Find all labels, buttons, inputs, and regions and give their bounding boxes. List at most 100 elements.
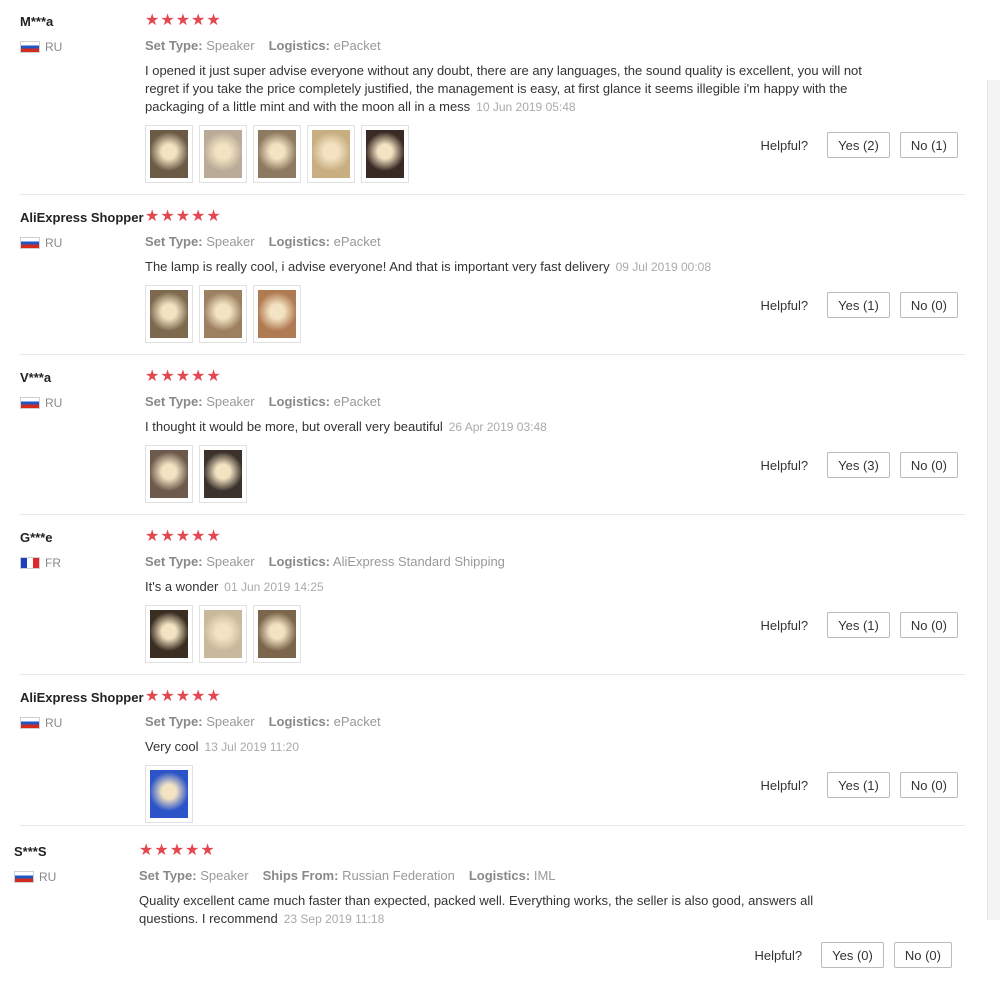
attribute-key: Logistics:	[268, 38, 331, 53]
scrollbar[interactable]	[987, 80, 1000, 920]
review-photos	[145, 605, 307, 663]
review-photo-thumbnail[interactable]	[145, 605, 193, 663]
helpful-yes-button[interactable]: Yes (1)	[827, 292, 890, 318]
review-photo-thumbnail[interactable]	[253, 605, 301, 663]
star-rating: ★★★★★	[139, 842, 216, 859]
helpful-vote: Helpful? Yes (1) No (0)	[760, 772, 958, 798]
ru-flag-icon	[20, 397, 40, 409]
photo-image	[366, 130, 404, 178]
star-rating: ★★★★★	[145, 368, 222, 385]
attribute-value: IML	[533, 868, 556, 883]
helpful-yes-button[interactable]: Yes (0)	[821, 942, 884, 968]
product-attributes: Set Type: Speaker Ships From: Russian Fed…	[139, 868, 570, 883]
attribute-value: Speaker	[200, 868, 249, 883]
helpful-no-button[interactable]: No (0)	[899, 292, 958, 318]
attribute-key: Logistics:	[268, 554, 331, 569]
helpful-label: Helpful?	[760, 777, 809, 793]
attribute-key: Set Type:	[145, 234, 203, 249]
reviewer-name: G***e	[20, 530, 53, 545]
country-code: FR	[45, 556, 61, 570]
attribute-value: Speaker	[206, 234, 255, 249]
review-photo-thumbnail[interactable]	[253, 125, 301, 183]
review-date: 13 Jul 2019 11:20	[204, 740, 300, 754]
helpful-label: Helpful?	[760, 297, 809, 313]
attribute-key: Set Type:	[145, 554, 203, 569]
helpful-label: Helpful?	[760, 137, 809, 153]
helpful-no-button[interactable]: No (0)	[899, 772, 958, 798]
helpful-yes-button[interactable]: Yes (1)	[827, 612, 890, 638]
reviewer-country: RU	[20, 40, 62, 54]
star-rating: ★★★★★	[145, 208, 222, 225]
helpful-vote: Helpful? Yes (2) No (1)	[760, 132, 958, 158]
review-photo-thumbnail[interactable]	[361, 125, 409, 183]
helpful-no-button[interactable]: No (1)	[899, 132, 958, 158]
review-text: The lamp is really cool, i advise everyo…	[145, 259, 610, 274]
attribute: Ships From: Russian Federation	[263, 868, 455, 883]
photo-image	[204, 290, 242, 338]
attribute: Logistics: IML	[469, 868, 556, 883]
photo-image	[150, 610, 188, 658]
attribute: Set Type: Speaker	[145, 394, 255, 409]
attribute-value: Speaker	[206, 554, 255, 569]
review-photo-thumbnail[interactable]	[145, 125, 193, 183]
review-body: I thought it would be more, but overall …	[145, 418, 865, 436]
photo-image	[258, 290, 296, 338]
attribute-value: Speaker	[206, 38, 255, 53]
review-item: AliExpress Shopper RU ★★★★★ Set Type: Speak…	[0, 196, 965, 355]
product-attributes: Set Type: Speaker Logistics: ePacket	[145, 234, 395, 249]
helpful-no-button[interactable]: No (0)	[899, 612, 958, 638]
photo-image	[312, 130, 350, 178]
reviewer-country: RU	[20, 396, 62, 410]
ru-flag-icon	[20, 237, 40, 249]
attribute-value: ePacket	[333, 714, 381, 729]
reviewer-country: FR	[20, 556, 61, 570]
review-item: V***a RU ★★★★★ Set Type: Speaker Logistics: …	[0, 356, 965, 515]
helpful-no-button[interactable]: No (0)	[899, 452, 958, 478]
country-code: RU	[45, 40, 63, 54]
review-photo-thumbnail[interactable]	[145, 285, 193, 343]
ru-flag-icon	[20, 41, 40, 53]
attribute: Logistics: AliExpress Standard Shipping	[269, 554, 505, 569]
photo-image	[204, 610, 242, 658]
attribute: Set Type: Speaker	[145, 38, 255, 53]
review-photo-thumbnail[interactable]	[145, 445, 193, 503]
attribute: Logistics: ePacket	[269, 38, 381, 53]
photo-image	[150, 770, 188, 818]
review-item: G***e FR ★★★★★ Set Type: Speaker Logistics: …	[0, 516, 965, 675]
attribute-key: Ships From:	[262, 868, 339, 883]
attribute: Set Type: Speaker	[139, 868, 249, 883]
review-photos	[145, 285, 307, 343]
reviewer-country: RU	[20, 236, 62, 250]
review-photos	[145, 125, 415, 183]
country-code: RU	[45, 396, 63, 410]
helpful-yes-button[interactable]: Yes (3)	[827, 452, 890, 478]
photo-image	[150, 450, 188, 498]
review-photo-thumbnail[interactable]	[145, 765, 193, 823]
attribute-key: Set Type:	[145, 714, 203, 729]
star-rating: ★★★★★	[145, 688, 222, 705]
review-photo-thumbnail[interactable]	[199, 445, 247, 503]
attribute: Set Type: Speaker	[145, 554, 255, 569]
helpful-yes-button[interactable]: Yes (2)	[827, 132, 890, 158]
reviewer-name: S***S	[14, 844, 47, 859]
review-divider	[20, 825, 965, 826]
product-attributes: Set Type: Speaker Logistics: ePacket	[145, 714, 395, 729]
attribute-key: Set Type:	[139, 868, 197, 883]
attribute-value: Speaker	[206, 714, 255, 729]
review-item: S***S RU ★★★★★ Set Type: Speaker Ships From:…	[0, 830, 959, 1000]
attribute: Set Type: Speaker	[145, 714, 255, 729]
helpful-no-button[interactable]: No (0)	[893, 942, 952, 968]
helpful-yes-button[interactable]: Yes (1)	[827, 772, 890, 798]
review-divider	[20, 674, 965, 675]
review-photo-thumbnail[interactable]	[199, 125, 247, 183]
ru-flag-icon	[20, 717, 40, 729]
star-rating: ★★★★★	[145, 528, 222, 545]
review-photo-thumbnail[interactable]	[199, 285, 247, 343]
helpful-label: Helpful?	[760, 617, 809, 633]
country-code: RU	[45, 716, 63, 730]
review-photo-thumbnail[interactable]	[307, 125, 355, 183]
review-photo-thumbnail[interactable]	[253, 285, 301, 343]
reviewer-name: AliExpress Shopper	[20, 210, 144, 225]
attribute: Logistics: ePacket	[269, 714, 381, 729]
review-photo-thumbnail[interactable]	[199, 605, 247, 663]
